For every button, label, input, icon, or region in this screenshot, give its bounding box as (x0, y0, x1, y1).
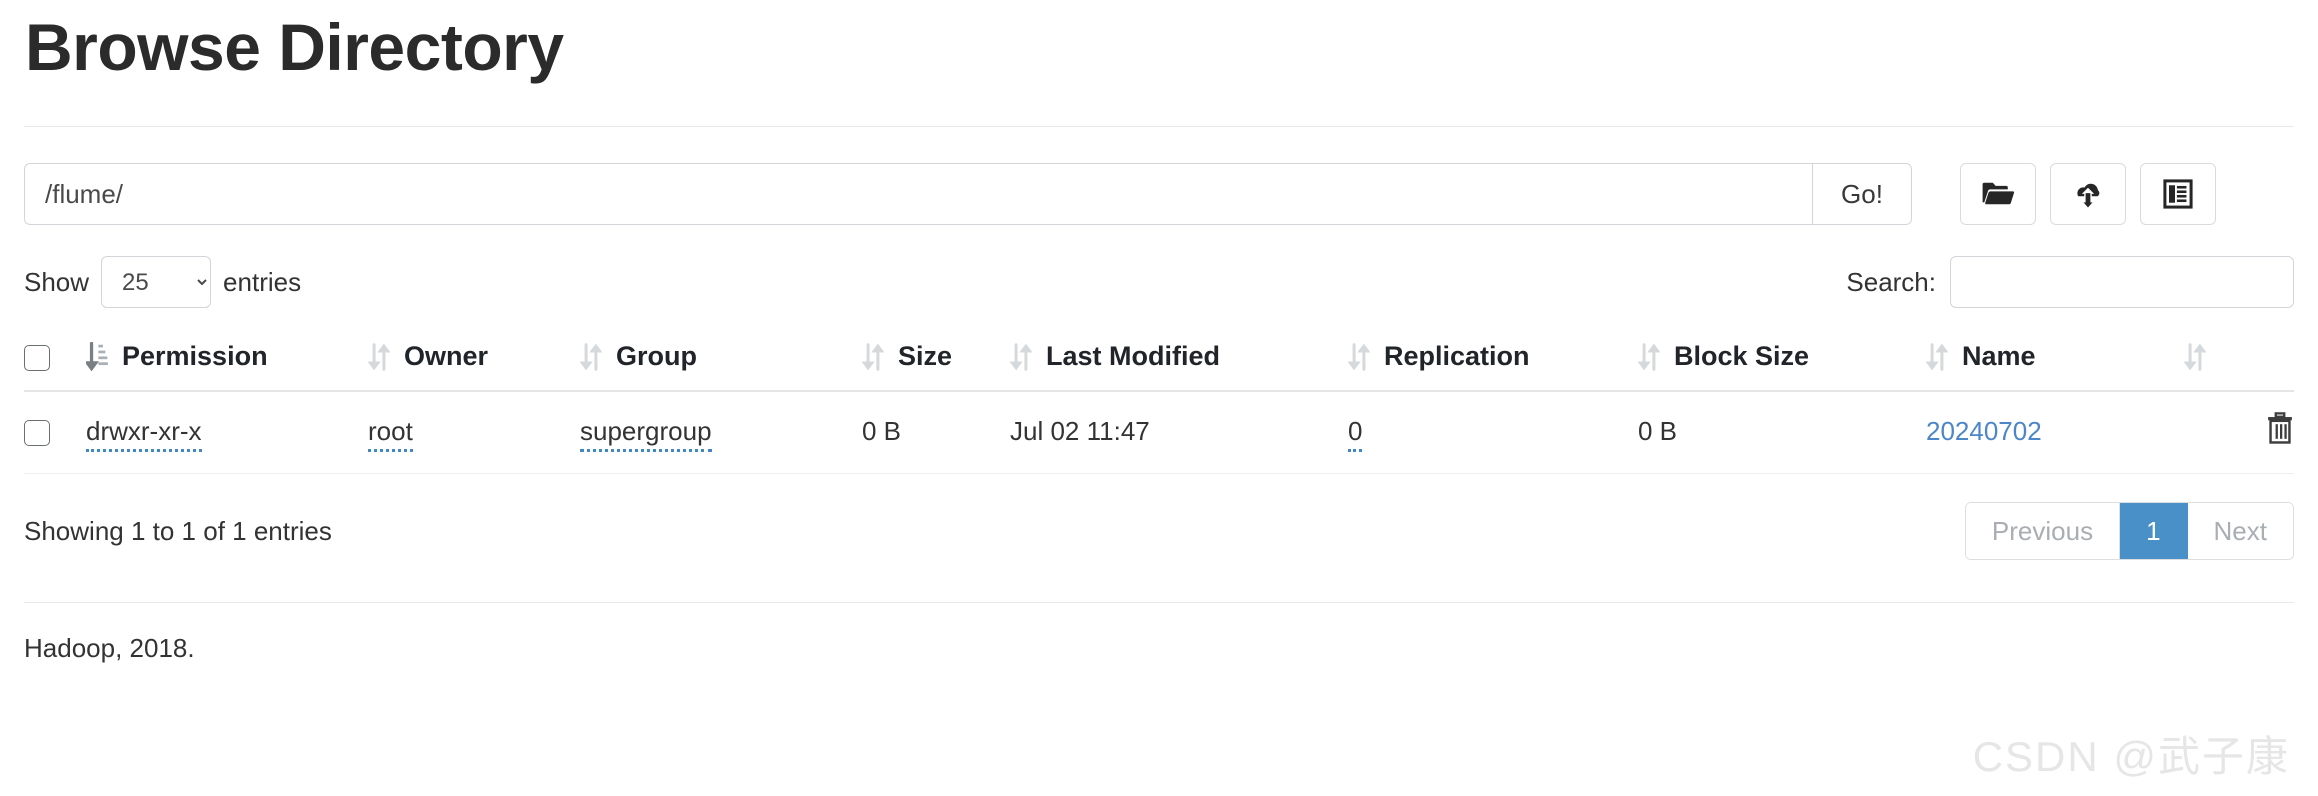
path-bar-row: Go! (24, 163, 2294, 225)
column-label-last-modified: Last Modified (1046, 341, 1220, 372)
permission-link[interactable]: drwxr-xr-x (86, 416, 202, 452)
column-label-replication: Replication (1384, 341, 1530, 372)
create-directory-button[interactable] (1960, 163, 2036, 225)
column-header-owner[interactable]: Owner (368, 329, 580, 391)
cloud-upload-icon (2071, 180, 2105, 208)
search-input[interactable] (1950, 256, 2294, 308)
pagination-next[interactable]: Next (2188, 503, 2293, 559)
browse-directory-page: Browse Directory Go! (0, 0, 2318, 796)
column-header-block-size[interactable]: Block Size (1638, 329, 1926, 391)
select-all-header (24, 329, 86, 391)
sort-icon (1348, 342, 1370, 372)
page-length-control: Show 25 entries (24, 256, 301, 308)
column-header-name[interactable]: Name (1926, 329, 2184, 391)
cell-replication: 0 (1348, 391, 1638, 474)
sort-icon (862, 342, 884, 372)
footer-text: Hadoop, 2018. (24, 633, 2294, 664)
column-label-group: Group (616, 341, 697, 372)
column-header-actions[interactable] (2184, 329, 2294, 391)
cell-block-size: 0 B (1638, 391, 1926, 474)
column-header-group[interactable]: Group (580, 329, 862, 391)
sort-icon (1010, 342, 1032, 372)
table-info: Showing 1 to 1 of 1 entries (24, 516, 332, 547)
table-header-row: Permission Owner (24, 329, 2294, 391)
pagination-page-1[interactable]: 1 (2120, 503, 2187, 559)
cell-last-modified: Jul 02 11:47 (1010, 391, 1348, 474)
path-input-group: Go! (24, 163, 1912, 225)
path-input[interactable] (24, 163, 1812, 225)
column-header-permission[interactable]: Permission (86, 329, 368, 391)
entries-label: entries (223, 267, 301, 298)
show-label: Show (24, 267, 89, 298)
watermark: CSDN @武子康 (1973, 723, 2290, 784)
footer-divider (24, 602, 2294, 603)
page-length-select[interactable]: 25 (101, 256, 211, 308)
cut-paste-button[interactable] (2140, 163, 2216, 225)
select-all-checkbox[interactable] (24, 345, 50, 371)
column-header-replication[interactable]: Replication (1348, 329, 1638, 391)
replication-link[interactable]: 0 (1348, 416, 1362, 452)
go-button[interactable]: Go! (1812, 163, 1912, 225)
group-link[interactable]: supergroup (580, 416, 712, 452)
row-checkbox[interactable] (24, 420, 50, 446)
upload-files-button[interactable] (2050, 163, 2126, 225)
folder-open-icon (1981, 180, 2015, 208)
path-action-buttons (1960, 163, 2216, 225)
column-label-permission: Permission (122, 341, 268, 372)
column-header-size[interactable]: Size (862, 329, 1010, 391)
sort-icon (580, 342, 602, 372)
page-title: Browse Directory (24, 0, 2294, 80)
pagination-previous[interactable]: Previous (1966, 503, 2120, 559)
column-label-size: Size (898, 341, 952, 372)
files-table: Permission Owner (24, 329, 2294, 474)
list-clipboard-icon (2163, 179, 2193, 209)
column-header-last-modified[interactable]: Last Modified (1010, 329, 1348, 391)
trash-icon (2266, 432, 2294, 447)
sort-icon (368, 342, 390, 372)
sort-icon (1638, 342, 1660, 372)
column-label-name: Name (1962, 341, 2036, 372)
cell-size: 0 B (862, 391, 1010, 474)
search-label: Search: (1846, 267, 1936, 298)
sort-icon (2184, 342, 2206, 372)
column-label-block-size: Block Size (1674, 341, 1809, 372)
table-footer: Showing 1 to 1 of 1 entries Previous 1 N… (24, 502, 2294, 560)
pagination: Previous 1 Next (1965, 502, 2294, 560)
table-controls: Show 25 entries Search: (24, 255, 2294, 309)
cell-permission: drwxr-xr-x (86, 391, 368, 474)
table-row: drwxr-xr-x root supergroup 0 B Jul 02 11… (24, 391, 2294, 474)
sort-amount-down-icon (86, 342, 108, 372)
cell-owner: root (368, 391, 580, 474)
owner-link[interactable]: root (368, 416, 413, 452)
row-select-cell (24, 391, 86, 474)
cell-actions (2184, 391, 2294, 474)
header-divider (24, 126, 2294, 127)
delete-row-button[interactable] (2266, 412, 2294, 444)
file-name-link[interactable]: 20240702 (1926, 416, 2042, 446)
sort-icon (1926, 342, 1948, 372)
column-label-owner: Owner (404, 341, 488, 372)
cell-group: supergroup (580, 391, 862, 474)
cell-name: 20240702 (1926, 391, 2184, 474)
search-control: Search: (1846, 256, 2294, 308)
